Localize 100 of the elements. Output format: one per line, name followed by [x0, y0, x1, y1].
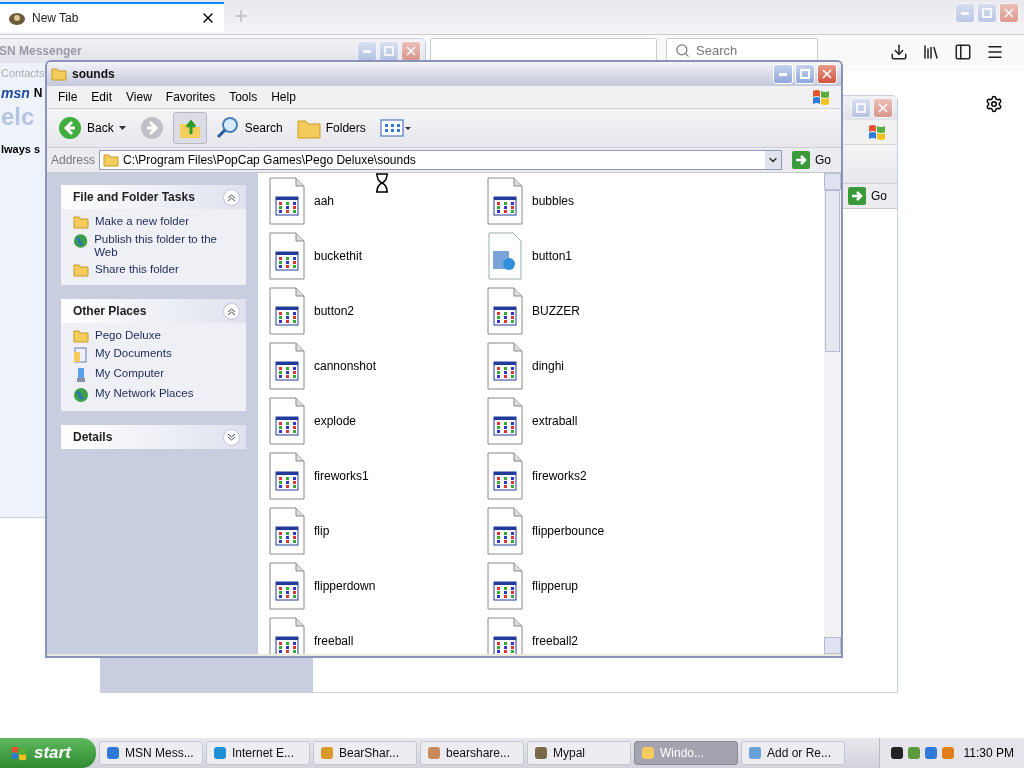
taskbar-button[interactable]: bearshare... — [420, 741, 524, 765]
panel-title[interactable]: Details — [73, 430, 113, 444]
search-icon — [675, 42, 690, 58]
taskbar-button[interactable]: Mypal — [527, 741, 631, 765]
taskbar-button[interactable]: Internet E... — [206, 741, 310, 765]
double-chevron-up-icon — [227, 306, 236, 316]
file-name[interactable]: button1 — [532, 248, 573, 263]
close-button[interactable] — [873, 98, 893, 118]
task-link[interactable]: Share this folder — [95, 263, 179, 276]
download-icon[interactable] — [890, 43, 908, 61]
double-chevron-down-icon — [227, 432, 236, 442]
sound-file-icon — [268, 231, 306, 280]
sound-file-icon — [486, 561, 524, 610]
views-icon — [379, 118, 412, 138]
scroll-thumb[interactable] — [825, 190, 840, 352]
library-icon[interactable] — [922, 43, 940, 61]
collapse-button[interactable] — [223, 302, 240, 320]
task-link[interactable]: My Computer — [95, 367, 165, 380]
taskbar-button[interactable]: MSN Mess... — [99, 741, 203, 765]
task-link[interactable]: Publish this folder to the Web — [94, 233, 236, 259]
sound-file-icon — [486, 396, 524, 445]
globe-icon — [73, 233, 89, 249]
mascot-icon — [8, 10, 26, 26]
up-button[interactable] — [172, 112, 207, 144]
file-name[interactable]: fireworks2 — [532, 468, 587, 483]
file-name[interactable]: flip — [314, 523, 330, 538]
menu-item[interactable]: File — [51, 90, 85, 104]
file-name[interactable]: freeball2 — [532, 633, 579, 648]
taskbar-button[interactable]: Add or Re... — [741, 741, 845, 765]
menu-item[interactable]: Help — [264, 90, 303, 104]
back-button[interactable]: Back — [53, 112, 131, 144]
go-button[interactable]: Go — [786, 151, 837, 169]
menu-item[interactable]: Edit — [84, 90, 120, 104]
expand-button[interactable] — [223, 428, 240, 446]
file-name[interactable]: explode — [314, 413, 357, 428]
maximize-icon — [800, 69, 810, 79]
close-button[interactable] — [999, 3, 1019, 23]
search-button[interactable]: Search — [210, 112, 288, 144]
menu-item[interactable]: View — [119, 90, 159, 104]
task-link[interactable]: My Network Places — [95, 387, 194, 400]
file-name[interactable]: fireworks1 — [314, 468, 369, 483]
close-icon — [404, 44, 418, 58]
task-link[interactable]: Pego Deluxe — [95, 329, 161, 342]
window-title: sounds — [72, 67, 116, 81]
file-name[interactable]: bubbles — [532, 193, 575, 208]
sound-file-icon — [486, 176, 524, 225]
tray-icon[interactable] — [889, 746, 904, 760]
folder-icon — [73, 215, 89, 229]
maximize-button[interactable] — [795, 64, 815, 84]
menu-icon[interactable] — [986, 43, 1004, 61]
minimize-button[interactable] — [955, 3, 975, 23]
file-name[interactable]: cannonshot — [314, 358, 377, 373]
media-file-icon — [486, 231, 524, 280]
file-name[interactable]: extraball — [532, 413, 578, 428]
file-name[interactable]: dinghi — [532, 358, 565, 373]
address-label: Address — [51, 153, 96, 167]
sound-file-icon — [268, 341, 306, 390]
file-name[interactable]: flipperup — [532, 578, 579, 593]
file-name[interactable]: buckethit — [314, 248, 363, 263]
windows-logo-icon — [867, 122, 887, 142]
address-field[interactable]: C:\Program Files\PopCap Games\Pego Deluxe\sounds — [99, 150, 782, 170]
scroll-up-button[interactable] — [824, 173, 841, 190]
header-text: N — [33, 86, 43, 100]
file-name[interactable]: aah — [314, 193, 335, 208]
file-name[interactable]: BUZZER — [532, 303, 580, 318]
browser-tab[interactable]: New Tab — [0, 2, 224, 32]
file-name[interactable]: button2 — [314, 303, 355, 318]
folder-icon — [103, 153, 120, 167]
new-tab-icon[interactable] — [232, 7, 250, 25]
collapse-button[interactable] — [223, 188, 240, 206]
minimize-button[interactable] — [773, 64, 793, 84]
double-chevron-up-icon — [227, 192, 236, 202]
menu-item[interactable]: Tools — [222, 90, 265, 104]
folders-icon — [296, 117, 321, 139]
folder-icon — [51, 67, 67, 81]
task-link[interactable]: Make a new folder — [95, 215, 189, 228]
scrollbar[interactable] — [824, 173, 841, 654]
file-name[interactable]: freeball — [314, 633, 354, 648]
maximize-button[interactable] — [977, 3, 997, 23]
folders-button[interactable]: Folders — [291, 112, 371, 144]
documents-icon — [73, 347, 89, 363]
msn-logo: msn — [1, 85, 30, 101]
taskbar-button[interactable]: BearShar... — [313, 741, 417, 765]
go-arrow-icon — [792, 151, 810, 169]
sound-file-icon — [268, 176, 306, 225]
task-link[interactable]: My Documents — [95, 347, 172, 360]
maximize-button[interactable] — [851, 98, 871, 118]
go-button[interactable]: Go — [842, 187, 893, 205]
settings-icon[interactable] — [985, 95, 1003, 113]
minimize-icon — [363, 49, 371, 53]
dropdown-button[interactable] — [765, 151, 781, 169]
close-button[interactable] — [817, 64, 837, 84]
search-field[interactable]: Search — [666, 38, 818, 62]
file-name[interactable]: flipperdown — [314, 578, 376, 593]
scroll-down-button[interactable] — [824, 637, 841, 654]
menu-item[interactable]: Favorites — [158, 90, 223, 104]
folder-icon — [73, 329, 89, 343]
file-name[interactable]: flipperbounce — [532, 523, 605, 538]
caret-icon — [118, 126, 126, 130]
sidebar-icon[interactable] — [954, 43, 972, 61]
